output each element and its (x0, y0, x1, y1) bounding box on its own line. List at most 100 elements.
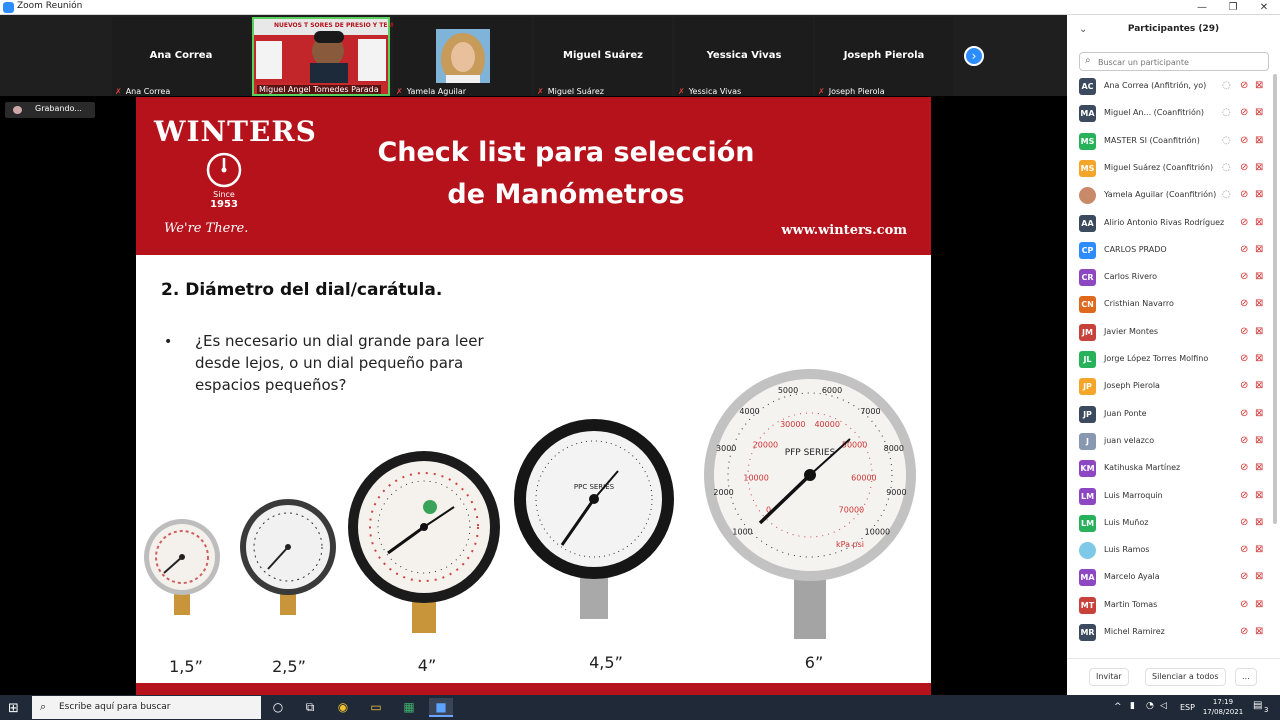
mic-muted-icon[interactable]: ⊘ (1240, 517, 1248, 528)
network-icon[interactable]: ◔ (1146, 701, 1154, 711)
mic-muted-icon[interactable]: ⊘ (1240, 380, 1248, 391)
video-off-icon[interactable]: ⊠ (1255, 517, 1263, 528)
participant-row[interactable]: JP Joseph Pierola ⊘ ⊠ (1067, 374, 1272, 401)
mic-muted-icon[interactable]: ⊘ (1240, 599, 1248, 610)
mic-muted-icon[interactable]: ⊘ (1240, 435, 1248, 446)
participant-row[interactable]: MT Martin Tomas ⊘ ⊠ (1067, 593, 1272, 620)
search-input[interactable] (1098, 55, 1266, 69)
mic-muted-icon[interactable]: ⊘ (1240, 80, 1248, 91)
video-off-icon[interactable]: ⊠ (1255, 435, 1263, 446)
zoom-taskbar-icon[interactable]: ■ (429, 698, 453, 717)
participant-row[interactable]: CP CARLOS PRADO ⊘ ⊠ (1067, 238, 1272, 265)
video-off-icon[interactable]: ⊠ (1255, 462, 1263, 473)
participant-scrollbar[interactable] (1272, 74, 1278, 656)
video-off-icon[interactable]: ⊠ (1255, 107, 1263, 118)
mic-muted-icon[interactable]: ⊘ (1240, 162, 1248, 173)
video-off-icon[interactable]: ⊠ (1255, 162, 1263, 173)
chrome-icon[interactable]: ◉ (331, 698, 355, 717)
video-tile[interactable]: Joseph Pierola ✗ Joseph Pierola (815, 17, 953, 96)
mic-muted-icon[interactable]: ⊘ (1240, 490, 1248, 501)
video-off-icon[interactable]: ⊠ (1255, 80, 1263, 91)
participant-row[interactable]: LM Luis Muñoz ⊘ ⊠ (1067, 511, 1272, 538)
mic-muted-icon[interactable]: ⊘ (1240, 626, 1248, 637)
cloud-icon: ◌ (1222, 189, 1231, 201)
invite-button[interactable]: Invitar (1089, 668, 1129, 686)
video-off-icon[interactable]: ⊠ (1255, 298, 1263, 309)
mic-muted-icon[interactable]: ⊘ (1240, 107, 1248, 118)
video-off-icon[interactable]: ⊠ (1255, 244, 1263, 255)
video-tile[interactable]: Ana Correa ✗ Ana Correa (112, 17, 250, 96)
mic-muted-icon[interactable]: ⊘ (1240, 571, 1248, 582)
video-off-icon[interactable]: ⊠ (1255, 135, 1263, 146)
participant-row[interactable]: Jjuan velazco ⊘ ⊠ (1067, 429, 1272, 456)
next-page-button[interactable]: › (964, 46, 984, 66)
cortana-icon[interactable]: ○ (266, 698, 290, 717)
participant-row[interactable]: LM Luis Marroquin ⊘ ⊠ (1067, 484, 1272, 511)
video-tile[interactable]: ✗ Yamela Aguilar (393, 17, 531, 96)
avatar: AC (1079, 78, 1096, 95)
participant-row[interactable]: JP Juan Ponte ⊘ ⊠ (1067, 402, 1272, 429)
mic-muted-icon[interactable]: ⊘ (1240, 189, 1248, 200)
participant-row[interactable]: JM Javier Montes ⊘ ⊠ (1067, 320, 1272, 347)
participant-row[interactable]: MS MASTER SI (Coanfitrión) ⊘ ⊠ ◌ (1067, 129, 1272, 156)
video-tile[interactable]: Yessica Vivas ✗ Yessica Vivas (675, 17, 813, 96)
participant-row[interactable]: AC Ana Correa (Anfitrión, yo) ⊘ ⊠ ◌ (1067, 74, 1272, 101)
participant-row[interactable]: MS Miguel Suárez (Coanfitrión) ⊘ ⊠ ◌ (1067, 156, 1272, 183)
more-button[interactable]: ... (1235, 668, 1257, 686)
recording-indicator[interactable]: Grabando... (5, 102, 95, 118)
mic-muted-icon[interactable]: ⊘ (1240, 353, 1248, 364)
participants-panel: ⌄ Participantes (29) ⌕ AC Ana Correa (Anf… (1067, 15, 1280, 695)
mic-muted-icon[interactable]: ⊘ (1240, 244, 1248, 255)
taskbar-clock[interactable]: 17:19 17/08/2021 (1198, 697, 1248, 717)
restore-button[interactable]: ❐ (1218, 0, 1248, 15)
file-explorer-icon[interactable]: ▭ (364, 698, 388, 717)
mic-muted-icon[interactable]: ⊘ (1240, 326, 1248, 337)
video-off-icon[interactable]: ⊠ (1255, 380, 1263, 391)
mute-all-button[interactable]: Silenciar a todos (1145, 668, 1226, 686)
video-off-icon[interactable]: ⊠ (1255, 189, 1263, 200)
participant-row[interactable]: JL Jorge López Torres Molfino ⊘ ⊠ (1067, 347, 1272, 374)
participant-row[interactable]: KM Katihuska Martínez ⊘ ⊠ (1067, 456, 1272, 483)
participant-row[interactable]: MA Marcelo Ayala ⊘ ⊠ (1067, 565, 1272, 592)
participant-row[interactable]: MA Miguel An... (Coanfitrión) ⊘ ⊠ ◌ (1067, 101, 1272, 128)
excel-icon[interactable]: ▦ (397, 698, 421, 717)
mic-muted-icon[interactable]: ⊘ (1240, 462, 1248, 473)
video-off-icon[interactable]: ⊠ (1255, 544, 1263, 555)
battery-icon[interactable]: ▮ (1130, 701, 1135, 711)
mic-muted-icon[interactable]: ⊘ (1240, 408, 1248, 419)
participant-row[interactable]: MR Michel Ramirez ⊘ ⊠ (1067, 620, 1272, 647)
participant-row[interactable]: AA Alirio Antonio Rivas Rodríguez ⊘ ⊠ (1067, 211, 1272, 238)
task-view-icon[interactable]: ⧉ (298, 698, 322, 717)
mic-muted-icon[interactable]: ⊘ (1240, 544, 1248, 555)
video-tile[interactable]: Miguel Suárez ✗ Miguel Suárez (534, 17, 672, 96)
close-button[interactable]: ✕ (1249, 0, 1279, 15)
participant-row[interactable]: CN Cristhian Navarro ⊘ ⊠ (1067, 292, 1272, 319)
mic-muted-icon[interactable]: ⊘ (1240, 217, 1248, 228)
notifications-icon[interactable]: ▤ (1253, 700, 1262, 711)
video-off-icon[interactable]: ⊠ (1255, 599, 1263, 610)
participant-row[interactable]: Yamela Aguilar (Coanfitrión) ⊘ ⊠ ◌ (1067, 183, 1272, 210)
size-label-1-5: 1,5” (169, 657, 203, 676)
video-off-icon[interactable]: ⊠ (1255, 408, 1263, 419)
volume-icon[interactable]: ◁ (1160, 701, 1167, 711)
windows-start-icon[interactable]: ⊞ (8, 701, 19, 716)
mic-muted-icon[interactable]: ⊘ (1240, 135, 1248, 146)
participant-row[interactable]: CR Carlos Rivero ⊘ ⊠ (1067, 265, 1272, 292)
video-off-icon[interactable]: ⊠ (1255, 490, 1263, 501)
mic-muted-icon[interactable]: ⊘ (1240, 271, 1248, 282)
language-indicator[interactable]: ESP (1180, 703, 1195, 712)
avatar: MS (1079, 159, 1096, 177)
video-off-icon[interactable]: ⊠ (1255, 217, 1263, 228)
video-off-icon[interactable]: ⊠ (1255, 571, 1263, 582)
video-off-icon[interactable]: ⊠ (1255, 353, 1263, 364)
video-off-icon[interactable]: ⊠ (1255, 326, 1263, 337)
minimize-button[interactable]: — (1187, 0, 1217, 15)
mic-muted-icon[interactable]: ⊘ (1240, 298, 1248, 309)
tray-chevron-icon[interactable]: ^ (1114, 702, 1122, 712)
participant-search[interactable]: ⌕ (1079, 52, 1269, 71)
participant-row[interactable]: Luis Ramos ⊘ ⊠ (1067, 538, 1272, 565)
video-off-icon[interactable]: ⊠ (1255, 626, 1263, 637)
video-tile-active-speaker[interactable]: NUEVOS T SORES DE PRESIO Y TE A WinSMART… (252, 17, 439, 96)
taskbar-search[interactable]: ⌕ Escribe aquí para buscar (32, 696, 261, 719)
video-off-icon[interactable]: ⊠ (1255, 271, 1263, 282)
